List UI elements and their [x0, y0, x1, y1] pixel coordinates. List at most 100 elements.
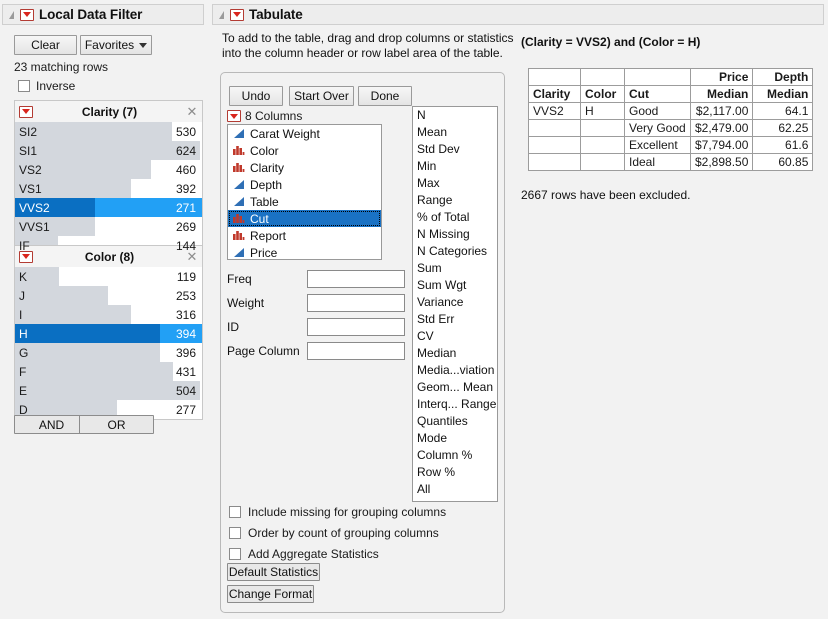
column-list-item[interactable]: Clarity	[228, 159, 381, 176]
statistic-list-item[interactable]: Geom... Mean	[413, 379, 497, 396]
add-aggregate-checkbox[interactable]	[229, 548, 241, 560]
id-input[interactable]	[307, 318, 405, 336]
statistic-list-item[interactable]: Interq... Range	[413, 396, 497, 413]
statistic-list-item[interactable]: Variance	[413, 294, 497, 311]
id-label: ID	[227, 320, 307, 334]
column-list-item[interactable]: Depth	[228, 176, 381, 193]
statistic-list-item[interactable]: N Categories	[413, 243, 497, 260]
filter-row[interactable]: I316	[15, 305, 202, 324]
statistic-list-item[interactable]: Range	[413, 192, 497, 209]
column-list-item[interactable]: Table	[228, 193, 381, 210]
filter-row[interactable]: SI1624	[15, 141, 202, 160]
done-button[interactable]: Done	[358, 86, 412, 106]
tabulate-title: Tabulate	[249, 7, 303, 22]
column-list-item[interactable]: Cut	[228, 210, 381, 227]
inverse-checkbox[interactable]	[18, 80, 30, 92]
table-row: Ideal$2,898.5060.85	[529, 154, 813, 171]
column-list-item-label: Depth	[250, 178, 282, 192]
disclosure-triangle-icon[interactable]	[219, 11, 224, 19]
filter-row[interactable]: VS2460	[15, 160, 202, 179]
statistic-list-item[interactable]: Column %	[413, 447, 497, 464]
filter-row[interactable]: J253	[15, 286, 202, 305]
column-list-item[interactable]: Price	[228, 244, 381, 260]
blank-header-cell	[529, 69, 581, 86]
red-triangle-menu-icon[interactable]	[19, 106, 33, 118]
disclosure-triangle-icon[interactable]	[9, 11, 14, 19]
columns-panel-header[interactable]: 8 Columns	[227, 109, 302, 123]
group-header-price: Price	[691, 69, 753, 86]
filter-row-label: J	[15, 289, 25, 303]
close-icon[interactable]: ✕	[186, 252, 198, 262]
start-over-button[interactable]: Start Over	[289, 86, 354, 106]
statistic-list-item[interactable]: Media...viation	[413, 362, 497, 379]
nominal-column-icon	[232, 230, 245, 241]
filter-row[interactable]: G 396	[15, 343, 202, 362]
statistic-list-item[interactable]: Std Dev	[413, 141, 497, 158]
include-missing-checkbox[interactable]	[229, 506, 241, 518]
favorites-button[interactable]: Favorites	[80, 35, 152, 55]
change-format-button[interactable]: Change Format	[227, 585, 314, 603]
column-list[interactable]: Carat WeightColorClarity DepthTableCutRep…	[227, 124, 382, 260]
statistic-list-item[interactable]: Mode	[413, 430, 497, 447]
filter-row[interactable]: SI2530	[15, 122, 202, 141]
filter-row-count: 396	[176, 346, 202, 360]
statistic-list-item[interactable]: N	[413, 107, 497, 124]
filter-row[interactable]: K119	[15, 267, 202, 286]
statistic-list-item[interactable]: N Missing	[413, 226, 497, 243]
filter-row[interactable]: H394	[15, 324, 202, 343]
page-column-input[interactable]	[307, 342, 405, 360]
clear-button[interactable]: Clear	[14, 35, 77, 55]
statistic-list-item[interactable]: Max	[413, 175, 497, 192]
statistic-list-item[interactable]: Min	[413, 158, 497, 175]
tabulate-header[interactable]: Tabulate	[212, 4, 824, 25]
filter-row[interactable]: F431	[15, 362, 202, 381]
freq-input[interactable]	[307, 270, 405, 288]
red-triangle-menu-icon[interactable]	[20, 9, 34, 21]
statistic-list-item[interactable]: % of Total	[413, 209, 497, 226]
statistic-list-item[interactable]: Median	[413, 345, 497, 362]
filter-bar	[15, 381, 200, 400]
column-list-item[interactable]: Carat Weight	[228, 125, 381, 142]
result-cell-price-median: $7,794.00	[691, 137, 753, 154]
order-by-count-checkbox[interactable]	[229, 527, 241, 539]
close-icon[interactable]: ✕	[186, 107, 198, 117]
nominal-column-icon	[232, 213, 245, 224]
filter-row[interactable]: VS1392	[15, 179, 202, 198]
filter-row-label: VVS1	[15, 220, 50, 234]
local-data-filter-header[interactable]: Local Data Filter	[2, 4, 204, 25]
filter-row-label: I	[15, 308, 22, 322]
weight-input[interactable]	[307, 294, 405, 312]
matching-rows-label: 23 matching rows	[14, 60, 108, 74]
option-include-missing[interactable]: Include missing for grouping columns	[229, 505, 446, 519]
filter-row-count: 144	[176, 239, 202, 253]
statistics-list[interactable]: NMeanStd DevMinMaxRange% of TotalN Missi…	[412, 106, 498, 502]
and-button[interactable]: AND	[14, 415, 89, 434]
filter-row-label: G	[15, 346, 28, 360]
red-triangle-menu-icon[interactable]	[230, 9, 244, 21]
statistic-list-item[interactable]: CV	[413, 328, 497, 345]
filter-group-color-header[interactable]: Color (8) ✕	[15, 246, 202, 267]
filter-row[interactable]: VVS1269	[15, 217, 202, 236]
filter-row[interactable]: VVS2271	[15, 198, 202, 217]
statistic-list-item[interactable]: Quantiles	[413, 413, 497, 430]
statistic-list-item[interactable]: All	[413, 481, 497, 498]
inverse-checkbox-row[interactable]: Inverse	[18, 79, 75, 93]
default-statistics-button[interactable]: Default Statistics	[227, 563, 320, 581]
chevron-down-icon	[139, 43, 147, 48]
result-cell-color	[581, 120, 625, 137]
statistic-list-item[interactable]: Sum Wgt	[413, 277, 497, 294]
option-order-by-count[interactable]: Order by count of grouping columns	[229, 526, 439, 540]
option-add-aggregate[interactable]: Add Aggregate Statistics	[229, 547, 379, 561]
undo-button[interactable]: Undo	[229, 86, 283, 106]
filter-row[interactable]: E504	[15, 381, 202, 400]
or-button[interactable]: OR	[79, 415, 154, 434]
statistic-list-item[interactable]: Sum	[413, 260, 497, 277]
statistic-list-item[interactable]: Std Err	[413, 311, 497, 328]
column-list-item[interactable]: Report	[228, 227, 381, 244]
statistic-list-item[interactable]: Row %	[413, 464, 497, 481]
column-list-item[interactable]: Color	[228, 142, 381, 159]
filter-group-clarity-header[interactable]: Clarity (7) ✕	[15, 101, 202, 122]
red-triangle-menu-icon[interactable]	[227, 110, 241, 122]
filter-row-label: SI1	[15, 144, 37, 158]
statistic-list-item[interactable]: Mean	[413, 124, 497, 141]
